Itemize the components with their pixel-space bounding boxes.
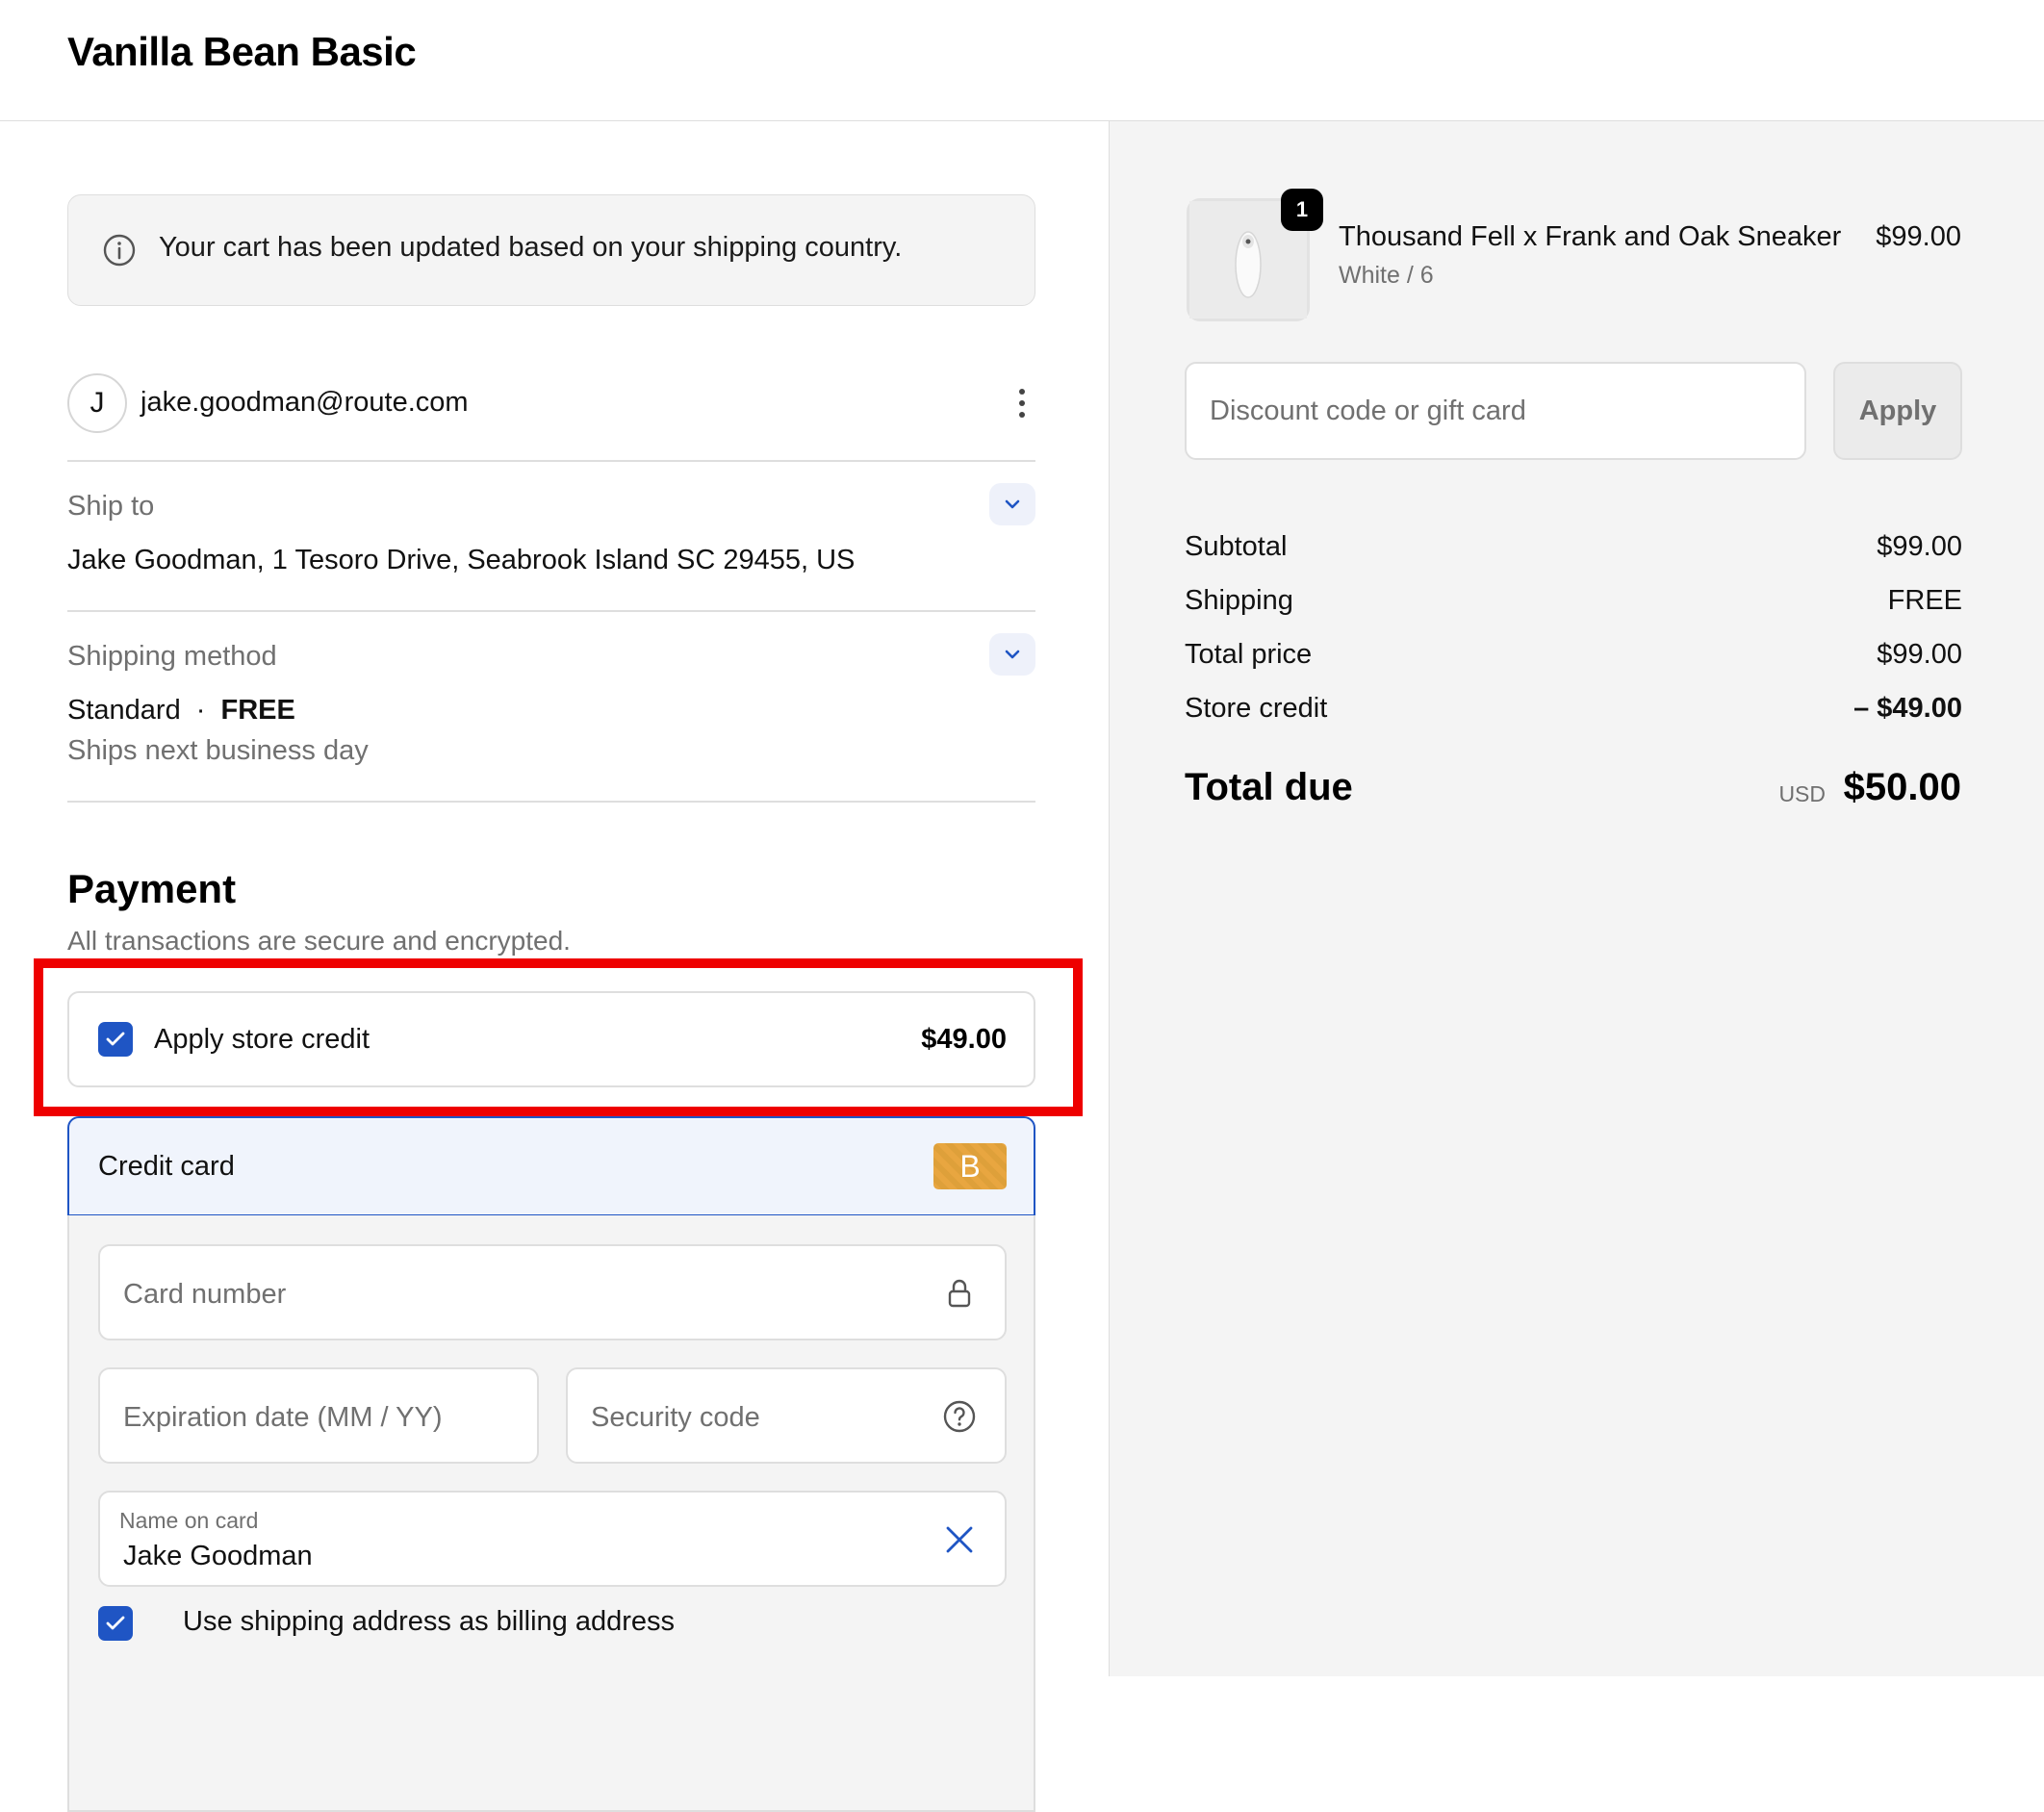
shipping-method-value: Standard · FREE xyxy=(67,695,295,727)
store-name[interactable]: Vanilla Bean Basic xyxy=(67,29,417,75)
ship-to-address: Jake Goodman, 1 Tesoro Drive, Seabrook I… xyxy=(67,545,856,575)
product-name: Thousand Fell x Frank and Oak Sneaker xyxy=(1339,221,1842,252)
store-credit-checkbox[interactable] xyxy=(98,1022,133,1057)
checkmark-icon xyxy=(106,1616,125,1630)
expiration-placeholder: Expiration date (MM / YY) xyxy=(123,1402,443,1433)
shipping-method-section: Shipping method Standard · FREE Ships ne… xyxy=(67,612,1035,803)
total-due-value: $50.00 xyxy=(1843,766,1961,808)
summary-label: Total price xyxy=(1185,639,1313,670)
product-price: $99.00 xyxy=(1876,221,1961,252)
shipping-method-label: Shipping method xyxy=(67,641,277,672)
shipping-method-price: FREE xyxy=(220,695,295,726)
summary-row-subtotal: Subtotal $99.00 xyxy=(1185,531,1962,570)
summary-row-shipping: Shipping FREE xyxy=(1185,585,1962,624)
name-on-card-label: Name on card xyxy=(119,1508,259,1533)
billing-address-option[interactable]: Use shipping address as billing address xyxy=(98,1606,1007,1645)
info-icon xyxy=(103,234,136,267)
payment-subtitle: All transactions are secure and encrypte… xyxy=(67,926,571,956)
ship-to-section: Ship to Jake Goodman, 1 Tesoro Drive, Se… xyxy=(67,462,1035,612)
store-credit-label: Apply store credit xyxy=(154,1024,370,1055)
cart-update-notice: Your cart has been updated based on your… xyxy=(67,194,1035,306)
summary-row-total-price: Total price $99.00 xyxy=(1185,639,1962,677)
security-code-placeholder: Security code xyxy=(591,1402,760,1433)
lock-icon xyxy=(948,1279,971,1308)
clear-icon[interactable] xyxy=(943,1523,976,1556)
separator: · xyxy=(195,695,206,726)
name-on-card-value: Jake Goodman xyxy=(123,1541,313,1571)
store-credit-option[interactable]: Apply store credit $49.00 xyxy=(67,991,1035,1087)
help-icon[interactable] xyxy=(943,1400,976,1433)
payment-title: Payment xyxy=(67,866,237,911)
ship-to-label: Ship to xyxy=(67,491,155,522)
expiration-date-field[interactable]: Expiration date (MM / YY) xyxy=(98,1367,539,1464)
security-code-field[interactable]: Security code xyxy=(566,1367,1007,1464)
shipping-method-expand-button[interactable] xyxy=(989,633,1035,676)
credit-card-form: Card number Expiration date (MM / YY) Se… xyxy=(67,1215,1035,1812)
summary-value: $99.00 xyxy=(1877,531,1962,562)
checkmark-icon xyxy=(106,1032,125,1046)
checkout-main: Your cart has been updated based on your… xyxy=(0,121,1109,1812)
billing-address-checkbox[interactable] xyxy=(98,1606,133,1641)
total-due-label: Total due xyxy=(1185,766,1353,808)
summary-row-store-credit: Store credit – $49.00 xyxy=(1185,693,1962,731)
discount-code-input[interactable] xyxy=(1185,362,1806,460)
more-options-icon[interactable] xyxy=(1016,387,1028,420)
avatar: J xyxy=(67,373,127,433)
summary-label: Shipping xyxy=(1185,585,1293,616)
card-brand-badge: B xyxy=(933,1143,1007,1189)
summary-label: Store credit xyxy=(1185,693,1328,724)
shipping-method-sub: Ships next business day xyxy=(67,735,369,766)
contact-email: jake.goodman@route.com xyxy=(141,387,469,418)
summary-label: Subtotal xyxy=(1185,531,1288,562)
credit-card-option[interactable]: Credit card B xyxy=(67,1116,1035,1216)
contact-section: J jake.goodman@route.com xyxy=(67,373,1035,462)
name-on-card-field[interactable]: Name on card Jake Goodman xyxy=(98,1491,1007,1587)
card-number-field[interactable]: Card number xyxy=(98,1244,1007,1340)
billing-address-label: Use shipping address as billing address xyxy=(183,1606,676,1637)
summary-value: – $49.00 xyxy=(1853,693,1962,724)
store-credit-amount: $49.00 xyxy=(921,1024,1007,1055)
card-number-placeholder: Card number xyxy=(123,1279,287,1310)
order-summary: 1 Thousand Fell x Frank and Oak Sneaker … xyxy=(1109,121,2044,1676)
chevron-down-icon xyxy=(1005,499,1020,509)
chevron-down-icon xyxy=(1005,650,1020,659)
ship-to-expand-button[interactable] xyxy=(989,483,1035,525)
shipping-method-name: Standard xyxy=(67,695,181,726)
notice-text: Your cart has been updated based on your… xyxy=(159,232,903,263)
credit-card-label: Credit card xyxy=(98,1151,235,1182)
summary-value: FREE xyxy=(1887,585,1962,616)
site-header: Vanilla Bean Basic xyxy=(0,0,2044,121)
quantity-badge: 1 xyxy=(1281,189,1323,231)
product-variant: White / 6 xyxy=(1339,262,1434,289)
summary-value: $99.00 xyxy=(1877,639,1962,670)
apply-discount-button[interactable]: Apply xyxy=(1833,362,1962,460)
currency-code: USD xyxy=(1778,781,1826,806)
